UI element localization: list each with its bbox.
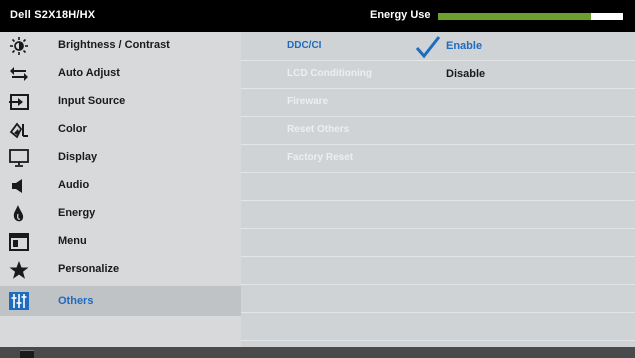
submenu-empty-row <box>241 200 635 229</box>
navigation-icon <box>20 350 34 358</box>
monitor-osd: Dell S2X18H/HX Energy Use Brightness / C… <box>0 0 635 358</box>
display-icon <box>8 148 30 168</box>
menu-item-label: Color <box>58 123 87 135</box>
menu-item-menu[interactable]: Menu <box>0 228 241 256</box>
menu-item-color[interactable]: Color <box>0 116 241 144</box>
energy-icon <box>8 204 30 224</box>
input-source-icon <box>8 92 30 112</box>
energy-use-fill <box>438 13 592 20</box>
submenu-item-lcd-conditioning[interactable]: LCD Conditioning Disable <box>241 60 635 89</box>
audio-icon <box>8 176 30 196</box>
submenu-empty-row <box>241 228 635 257</box>
menu-item-label: Auto Adjust <box>58 67 120 79</box>
menu-item-label: Others <box>58 295 94 307</box>
others-submenu: DDC/CI Enable LCD Conditioning Disable F… <box>241 32 635 347</box>
submenu-item-label: Fireware <box>287 96 329 107</box>
model-name: Dell S2X18H/HX <box>10 9 96 21</box>
menu-item-label: Energy <box>58 207 96 219</box>
submenu-empty-row <box>241 256 635 285</box>
energy-use-meter <box>438 13 623 20</box>
others-icon <box>8 291 30 311</box>
menu-item-display[interactable]: Display <box>0 144 241 172</box>
menu-item-label: Brightness / Contrast <box>58 39 170 51</box>
energy-use-marker <box>591 13 623 20</box>
menu-item-label: Audio <box>58 179 90 191</box>
osd-footer <box>0 347 635 358</box>
submenu-item-factory-reset[interactable]: Factory Reset <box>241 144 635 173</box>
menu-icon <box>8 232 30 252</box>
submenu-item-ddcci[interactable]: DDC/CI Enable <box>241 32 635 61</box>
submenu-item-label: Reset Others <box>287 124 350 135</box>
menu-item-brightness-contrast[interactable]: Brightness / Contrast <box>0 32 241 60</box>
menu-item-label: Personalize <box>58 263 120 275</box>
ddcci-enable-option[interactable]: Enable <box>446 40 482 52</box>
menu-item-label: Input Source <box>58 95 126 107</box>
submenu-empty-row <box>241 284 635 313</box>
submenu-item-reset-others[interactable]: Reset Others <box>241 116 635 145</box>
menu-item-others[interactable]: Others <box>0 286 241 316</box>
menu-item-label: Display <box>58 151 98 163</box>
auto-adjust-icon <box>8 64 30 84</box>
submenu-empty-row <box>241 172 635 201</box>
menu-item-personalize[interactable]: Personalize <box>0 256 241 284</box>
ddcci-disable-option[interactable]: Disable <box>446 68 485 80</box>
submenu-item-label: Factory Reset <box>287 152 354 163</box>
menu-item-energy[interactable]: Energy <box>0 200 241 228</box>
checkmark-icon <box>415 35 441 59</box>
menu-item-input-source[interactable]: Input Source <box>0 88 241 116</box>
star-icon <box>8 260 30 280</box>
menu-item-auto-adjust[interactable]: Auto Adjust <box>0 60 241 88</box>
menu-item-audio[interactable]: Audio <box>0 172 241 200</box>
submenu-item-label: DDC/CI <box>287 40 322 51</box>
color-icon <box>8 120 30 140</box>
submenu-item-fireware[interactable]: Fireware <box>241 88 635 117</box>
main-menu: Brightness / Contrast Auto Adjust Input … <box>0 32 241 347</box>
brightness-icon <box>8 36 30 56</box>
osd-header: Dell S2X18H/HX Energy Use <box>0 0 635 32</box>
menu-item-label: Menu <box>58 235 87 247</box>
energy-use-label: Energy Use <box>370 9 431 21</box>
submenu-empty-row <box>241 312 635 341</box>
submenu-item-label: LCD Conditioning <box>287 68 372 79</box>
